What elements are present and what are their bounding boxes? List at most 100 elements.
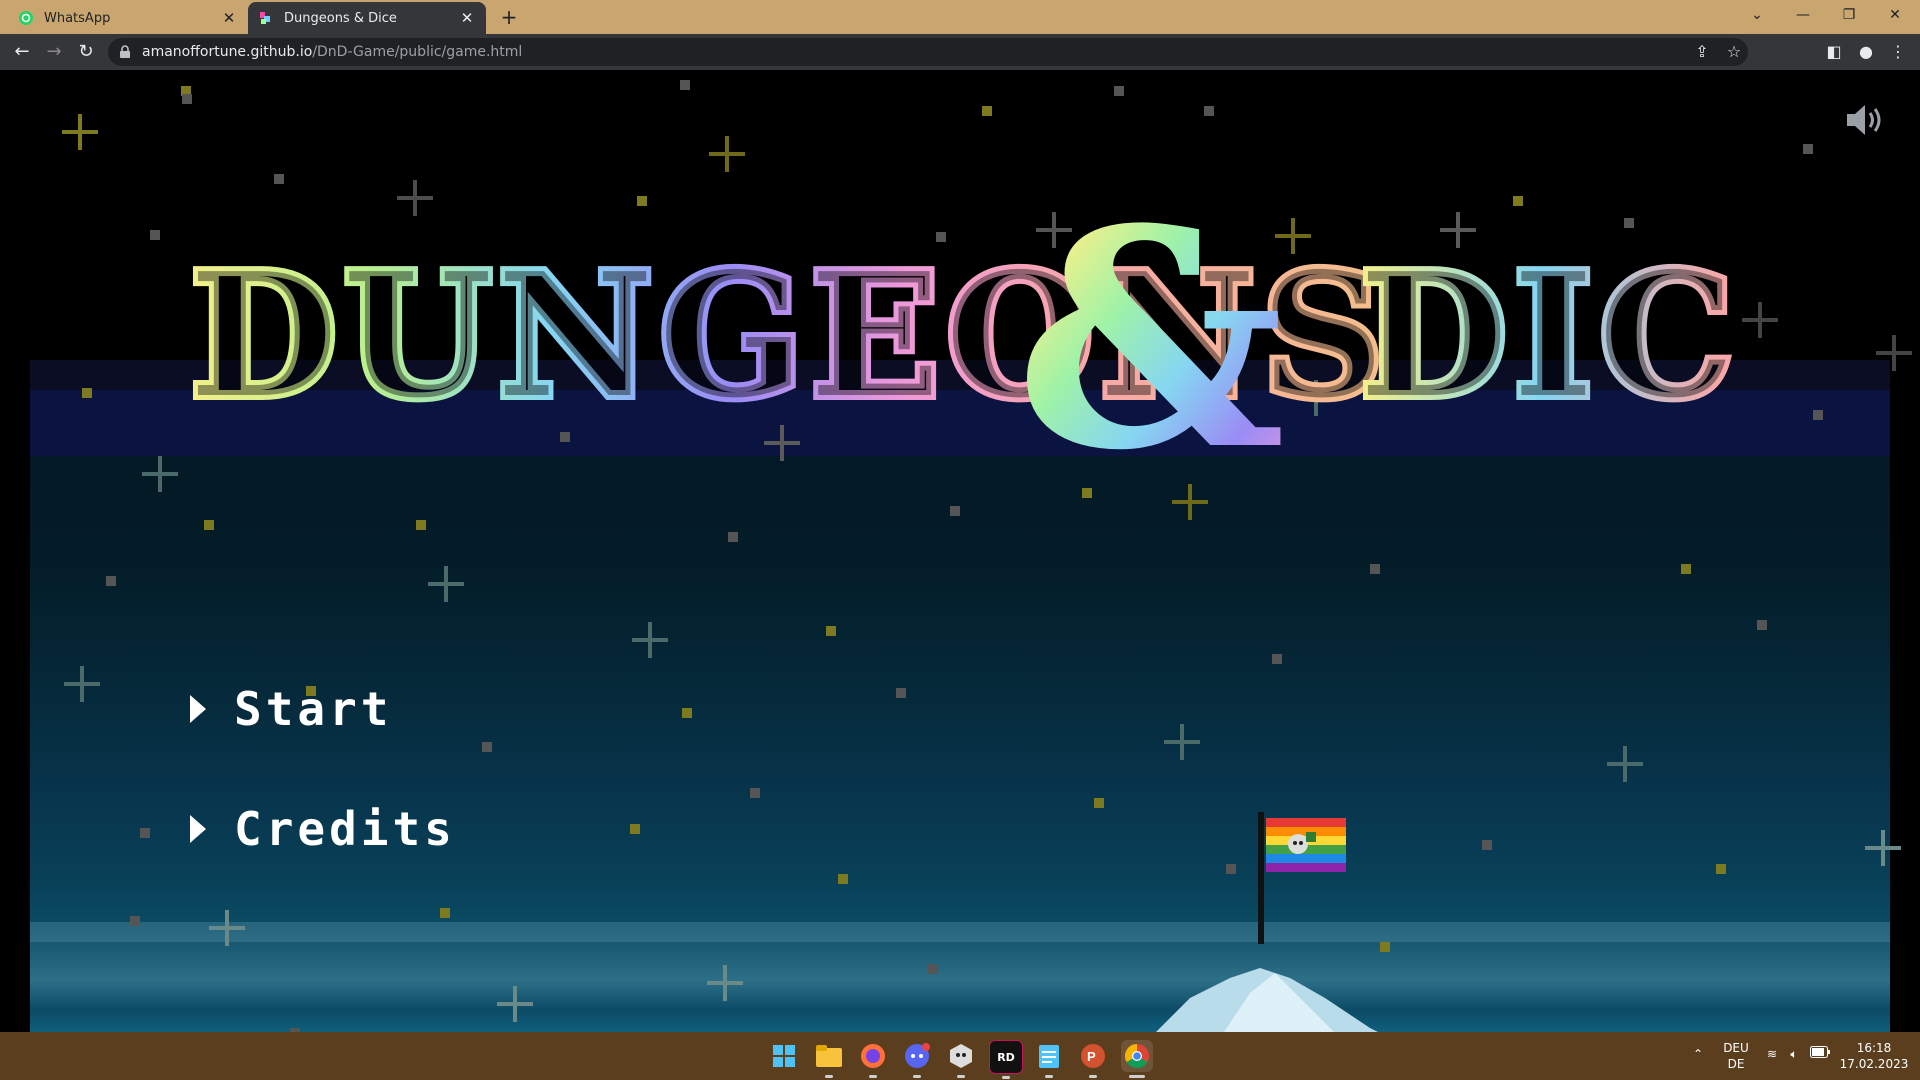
star-dot	[182, 94, 192, 104]
url-host: amanoffortune.github.io	[142, 44, 313, 60]
star-dot	[826, 626, 836, 636]
skull-emblem-icon	[1288, 834, 1308, 854]
star-dot	[1757, 620, 1767, 630]
firefox-icon[interactable]	[857, 1040, 889, 1078]
share-icon[interactable]: ⇪	[1688, 38, 1716, 66]
game-logo: DUNGEONS DUNGEONS & DICE DICE	[180, 163, 1875, 516]
star-sparkle	[725, 136, 729, 172]
back-icon[interactable]: ←	[8, 38, 36, 66]
reload-icon[interactable]: ↻	[72, 38, 100, 66]
star-dot	[1482, 840, 1492, 850]
clock-time: 16:18	[1856, 1041, 1892, 1055]
star-sparkle	[1758, 302, 1762, 338]
star-dot	[1094, 798, 1104, 808]
volume-icon[interactable]: 🔈︎	[1784, 1046, 1804, 1062]
url-text: amanoffortune.github.io/DnD-Game/public/…	[142, 38, 522, 66]
star-dot	[1114, 86, 1124, 96]
tray-chevron-up-icon[interactable]: ⌃	[1688, 1046, 1708, 1062]
rider-icon[interactable]: RD	[989, 1040, 1023, 1079]
browser-toolbar: ← → ↻ amanoffortune.github.io/DnD-Game/p…	[0, 34, 1920, 70]
star-dot	[106, 576, 116, 586]
url-path: /DnD-Game/public/game.html	[312, 44, 523, 60]
notepad-icon[interactable]	[1033, 1040, 1065, 1078]
file-explorer-icon[interactable]	[813, 1040, 845, 1078]
star-sparkle	[444, 566, 448, 602]
logo-graphic: DUNGEONS DUNGEONS & DICE DICE	[185, 163, 1875, 516]
star-dot	[630, 824, 640, 834]
chrome-icon[interactable]	[1121, 1040, 1153, 1078]
address-bar[interactable]: amanoffortune.github.io/DnD-Game/public/…	[108, 38, 1748, 66]
caret-right-icon	[190, 815, 206, 843]
forward-icon[interactable]: →	[40, 38, 68, 66]
star-dot	[416, 520, 426, 530]
tab-title: Dungeons & Dice	[284, 10, 397, 26]
bookmark-star-icon[interactable]: ☆	[1720, 38, 1748, 66]
iceberg	[1156, 968, 1378, 1032]
star-dot	[1272, 654, 1282, 664]
clock-date: 17.02.2023	[1839, 1057, 1909, 1071]
powerpoint-icon[interactable]: P	[1077, 1040, 1109, 1078]
star-dot	[140, 828, 150, 838]
star-sparkle	[1188, 484, 1192, 520]
wifi-icon[interactable]: ≋	[1762, 1046, 1782, 1062]
menu-credits-label: Credits	[234, 802, 456, 856]
language-top: DEU	[1723, 1041, 1749, 1055]
side-panel-icon[interactable]: ◧	[1820, 38, 1848, 66]
star-sparkle	[225, 910, 229, 946]
menu-start-button[interactable]: Start	[190, 682, 392, 736]
star-dot	[896, 688, 906, 698]
hacker-app-icon[interactable]	[945, 1040, 977, 1078]
star-sparkle	[648, 622, 652, 658]
star-dot	[838, 874, 848, 884]
star-dot	[274, 174, 284, 184]
tab-dungeons-and-dice[interactable]: Dungeons & Dice ✕	[248, 2, 486, 34]
whatsapp-icon	[18, 10, 34, 26]
star-dot	[1204, 106, 1214, 116]
dnd-icon	[258, 10, 274, 26]
svg-text:P: P	[1087, 1049, 1096, 1064]
new-tab-button[interactable]: +	[497, 5, 521, 29]
star-dot	[682, 708, 692, 718]
star-sparkle	[1892, 335, 1896, 371]
star-dot	[150, 230, 160, 240]
star-dot	[1082, 488, 1092, 498]
close-icon[interactable]: ✕	[1872, 0, 1918, 30]
battery-icon[interactable]	[1808, 1046, 1832, 1062]
star-sparkle	[723, 965, 727, 1001]
clock[interactable]: 16:18 17.02.2023	[1836, 1040, 1912, 1072]
rainbow-flag	[1266, 818, 1346, 872]
chevron-down-icon[interactable]: ⌄	[1734, 0, 1780, 30]
star-dot	[1681, 564, 1691, 574]
profile-icon[interactable]: ●	[1852, 38, 1880, 66]
restore-icon[interactable]: ❐	[1826, 0, 1872, 30]
star-dot	[82, 388, 92, 398]
tab-close-icon[interactable]: ✕	[220, 9, 238, 27]
star-dot	[1226, 864, 1236, 874]
star-sparkle	[1180, 724, 1184, 760]
star-dot	[1370, 564, 1380, 574]
star-dot	[950, 506, 960, 516]
tab-whatsapp[interactable]: WhatsApp ✕	[8, 2, 248, 34]
logo-word-dice-fill: DICE	[1360, 236, 1740, 436]
star-dot	[928, 964, 938, 974]
star-dot	[750, 788, 760, 798]
star-sparkle	[1623, 746, 1627, 782]
game-canvas[interactable]: DUNGEONS DUNGEONS & DICE DICE Start Cred…	[0, 70, 1920, 1032]
star-dot	[1716, 864, 1726, 874]
speaker-on-icon[interactable]	[1843, 100, 1887, 140]
star-dot	[204, 520, 214, 530]
discord-icon[interactable]	[901, 1040, 933, 1078]
taskbar: RD P ⌃ DEU DE ≋ 🔈︎ 16:18 17.02.2023	[0, 1032, 1920, 1080]
minimize-icon[interactable]: —	[1780, 0, 1826, 30]
star-dot	[1813, 410, 1823, 420]
kebab-menu-icon[interactable]: ⋮	[1884, 38, 1912, 66]
windows-start-icon[interactable]	[768, 1040, 800, 1072]
star-sparkle	[78, 114, 82, 150]
tab-close-icon[interactable]: ✕	[458, 9, 476, 27]
star-dot	[440, 908, 450, 918]
star-dot	[482, 742, 492, 752]
menu-credits-button[interactable]: Credits	[190, 802, 456, 856]
star-dot	[680, 80, 690, 90]
star-sparkle	[513, 986, 517, 1022]
language-indicator[interactable]: DEU DE	[1718, 1040, 1754, 1072]
